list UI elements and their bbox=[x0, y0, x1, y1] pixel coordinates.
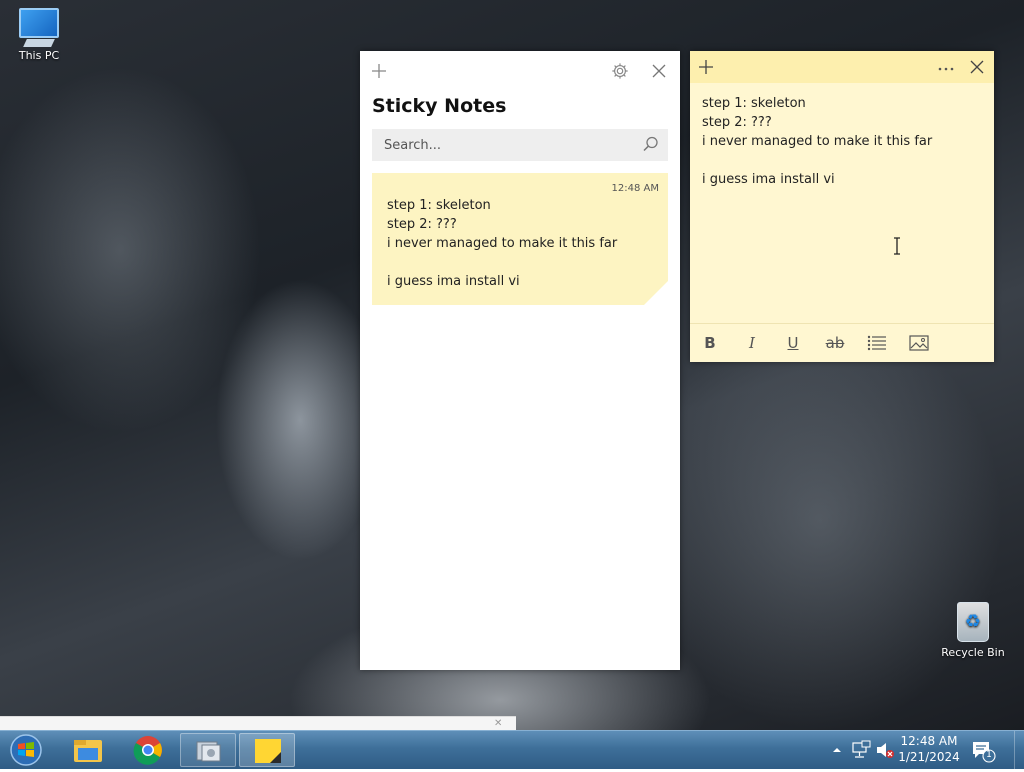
clock-date: 1/21/2024 bbox=[898, 750, 960, 764]
search-icon[interactable] bbox=[642, 135, 662, 155]
settings-button[interactable] bbox=[608, 59, 632, 83]
note-preview-line: i guess ima install vi bbox=[387, 274, 520, 289]
add-note-button[interactable] bbox=[694, 55, 718, 79]
background-window-edge[interactable]: ✕ bbox=[0, 716, 516, 730]
this-pc-label: This PC bbox=[18, 49, 60, 62]
close-list-button[interactable] bbox=[647, 59, 671, 83]
insert-image-button[interactable] bbox=[906, 332, 932, 354]
underline-icon: U bbox=[787, 334, 799, 352]
note-line: step 2: ??? bbox=[702, 115, 772, 130]
sticky-note-window: step 1: skeleton step 2: ??? i never man… bbox=[690, 51, 994, 362]
strikethrough-button[interactable]: ab bbox=[822, 332, 848, 354]
note-text-area[interactable]: step 1: skeleton step 2: ??? i never man… bbox=[702, 94, 932, 189]
this-pc-desktop-icon[interactable]: This PC bbox=[4, 8, 74, 62]
taskbar: 12:48 AM 1/21/2024 1 bbox=[0, 730, 1024, 769]
menu-button[interactable] bbox=[934, 55, 958, 79]
taskbar-chrome[interactable] bbox=[120, 733, 176, 767]
bold-button[interactable]: B bbox=[697, 332, 723, 354]
format-toolbar: B I U ab bbox=[690, 323, 994, 362]
recycle-bin-desktop-icon[interactable]: ♻ Recycle Bin bbox=[938, 602, 1008, 659]
folder-icon bbox=[74, 740, 102, 762]
close-icon bbox=[970, 60, 984, 74]
windows-logo-icon bbox=[10, 734, 42, 766]
note-preview-line: step 1: skeleton bbox=[387, 198, 491, 213]
note-line: step 1: skeleton bbox=[702, 96, 806, 111]
note-fold-corner bbox=[644, 281, 668, 305]
recycle-bin-icon: ♻ bbox=[957, 602, 989, 642]
note-title-bar[interactable] bbox=[690, 51, 994, 83]
ellipsis-icon bbox=[938, 67, 954, 71]
note-preview-line bbox=[387, 253, 653, 272]
close-icon[interactable]: ✕ bbox=[494, 717, 502, 730]
network-tray-button[interactable] bbox=[850, 731, 872, 769]
page-title: Sticky Notes bbox=[372, 95, 507, 117]
italic-icon: I bbox=[749, 334, 755, 352]
text-cursor-icon bbox=[893, 237, 901, 255]
note-line: i guess ima install vi bbox=[702, 172, 835, 187]
sticky-notes-list-window: Sticky Notes 12:48 AM step 1: skeleton s… bbox=[360, 51, 680, 670]
bullets-button[interactable] bbox=[864, 332, 890, 354]
show-hidden-icons-button[interactable] bbox=[830, 731, 844, 769]
chevron-up-icon bbox=[833, 748, 841, 752]
close-icon bbox=[652, 64, 666, 78]
gear-icon bbox=[612, 63, 628, 79]
recycle-bin-label: Recycle Bin bbox=[941, 646, 1005, 659]
clock-time: 12:48 AM bbox=[900, 734, 958, 748]
volume-tray-button[interactable] bbox=[874, 731, 896, 769]
search-input[interactable] bbox=[372, 129, 668, 161]
italic-button[interactable]: I bbox=[739, 332, 765, 354]
note-preview-line: i never managed to make it this far bbox=[387, 236, 618, 251]
note-line bbox=[702, 151, 932, 170]
list-title-bar bbox=[360, 51, 680, 91]
note-preview-card[interactable]: 12:48 AM step 1: skeleton step 2: ??? i … bbox=[372, 173, 668, 305]
computer-icon bbox=[4, 8, 74, 47]
start-button[interactable] bbox=[8, 733, 44, 767]
close-note-button[interactable] bbox=[965, 55, 989, 79]
image-icon bbox=[909, 335, 929, 351]
notification-count-badge: 1 bbox=[986, 750, 992, 760]
note-line: i never managed to make it this far bbox=[702, 134, 933, 149]
note-preview-line: step 2: ??? bbox=[387, 217, 457, 232]
plus-icon bbox=[699, 60, 713, 74]
sticky-notes-icon bbox=[255, 739, 281, 763]
underline-button[interactable]: U bbox=[780, 332, 806, 354]
show-desktop-button[interactable] bbox=[1014, 731, 1024, 769]
window-stack-icon bbox=[196, 741, 221, 762]
note-timestamp: 12:48 AM bbox=[611, 183, 659, 194]
network-icon bbox=[852, 740, 871, 758]
new-note-button[interactable] bbox=[367, 59, 391, 83]
bold-icon: B bbox=[704, 334, 716, 352]
taskbar-clock[interactable]: 12:48 AM 1/21/2024 bbox=[896, 733, 962, 765]
volume-muted-icon bbox=[877, 743, 894, 758]
taskbar-generic-app[interactable] bbox=[180, 733, 236, 767]
desktop: This PC ♻ Recycle Bin Sticky Notes Searc… bbox=[0, 0, 1024, 730]
taskbar-sticky-notes[interactable] bbox=[239, 733, 295, 767]
taskbar-file-explorer[interactable] bbox=[60, 733, 116, 767]
plus-icon bbox=[372, 64, 386, 78]
strikethrough-icon: ab bbox=[825, 334, 845, 352]
notifications-button[interactable]: 1 bbox=[970, 731, 996, 769]
list-icon bbox=[867, 335, 886, 351]
chrome-icon bbox=[133, 736, 162, 765]
